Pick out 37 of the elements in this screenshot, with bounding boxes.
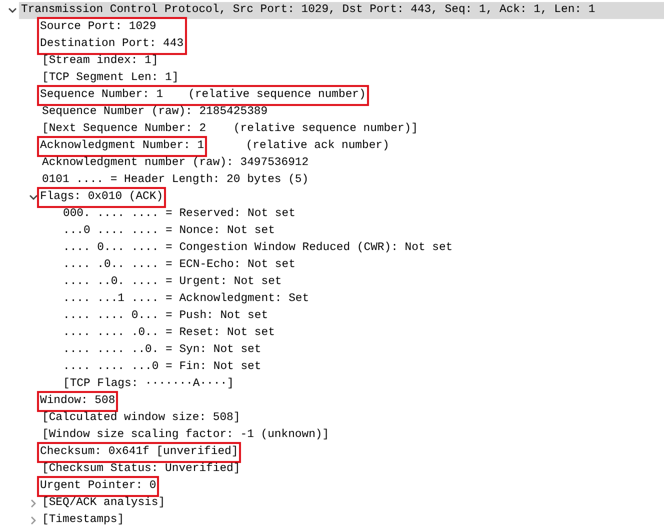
tree-item-label[interactable]: Sequence Number: 1 xyxy=(40,89,164,101)
tree-item-label[interactable]: Checksum: 0x641f [unverified] xyxy=(40,444,238,461)
chevron-right-icon[interactable] xyxy=(28,516,38,525)
tree-item-label[interactable]: Urgent Pointer: 0 xyxy=(40,478,156,495)
tree-item-label[interactable]: .... .0.. .... = ECN-Echo: Not set xyxy=(61,257,300,274)
tree-item-label[interactable]: 0101 .... = Header Length: 20 bytes (5) xyxy=(40,172,313,189)
tree-item-label[interactable]: .... .... 0... = Push: Not set xyxy=(61,308,272,325)
tree-item-label[interactable]: Destination Port: 443 xyxy=(40,36,184,53)
tree-item-label[interactable]: [Timestamps] xyxy=(40,512,128,527)
tree-item-label[interactable]: [Window size scaling factor: -1 (unknown)] xyxy=(40,427,334,444)
field-note: (relative sequence number) xyxy=(188,89,366,101)
field-note: (relative ack number) xyxy=(246,138,390,154)
tree-item-label[interactable]: Transmission Control Protocol, Src Port: 1029, Dst Port: 443, Seq: 1, Ack: 1, Len: 1 xyxy=(19,2,664,19)
tree-item-label[interactable]: .... .... ..0. = Syn: Not set xyxy=(61,342,266,359)
chevron-right-icon[interactable] xyxy=(28,499,38,508)
tree-item-label[interactable]: .... .... .0.. = Reset: Not set xyxy=(61,325,279,342)
tree-item-label[interactable]: [TCP Segment Len: 1] xyxy=(40,70,183,87)
tree-item-label[interactable]: .... 0... .... = Congestion Window Reduced (CWR): Not set xyxy=(61,240,457,257)
tree-item-label[interactable]: 000. .... .... = Reserved: Not set xyxy=(61,206,300,223)
tree-item-label[interactable]: [TCP Flags: ·······A····] xyxy=(61,376,238,393)
tree-item-label[interactable]: ...0 .... .... = Nonce: Not set xyxy=(61,223,279,240)
tree-item-label[interactable]: Flags: 0x010 (ACK) xyxy=(40,189,164,206)
tree-item-label[interactable]: Window: 508 xyxy=(40,393,116,410)
tree-item-label[interactable]: Sequence Number (raw): 2185425389 xyxy=(40,104,272,121)
tree-item-label[interactable]: Source Port: 1029 xyxy=(40,19,184,36)
tree-item-label[interactable]: Acknowledgment Number: 1 xyxy=(40,138,204,155)
tree-item-label[interactable]: Acknowledgment number (raw): 3497536912 xyxy=(40,155,313,172)
chevron-down-icon[interactable] xyxy=(8,6,16,15)
tree-item-label[interactable]: .... ..0. .... = Urgent: Not set xyxy=(61,274,286,291)
tree-item-label[interactable]: .... .... ...0 = Fin: Not set xyxy=(61,359,266,376)
tree-item-label[interactable]: [Stream index: 1] xyxy=(40,53,162,70)
tree-item-label[interactable]: [Next Sequence Number: 2 (relative sequence number)] xyxy=(40,121,422,138)
tree-item-label[interactable]: [SEQ/ACK analysis] xyxy=(40,495,170,512)
tree-item-label[interactable]: [Checksum Status: Unverified] xyxy=(40,461,244,478)
tree-item-label[interactable]: [Calculated window size: 508] xyxy=(40,410,244,427)
chevron-down-icon[interactable] xyxy=(28,193,38,202)
tree-item-label[interactable]: .... ...1 .... = Acknowledgment: Set xyxy=(61,291,314,308)
